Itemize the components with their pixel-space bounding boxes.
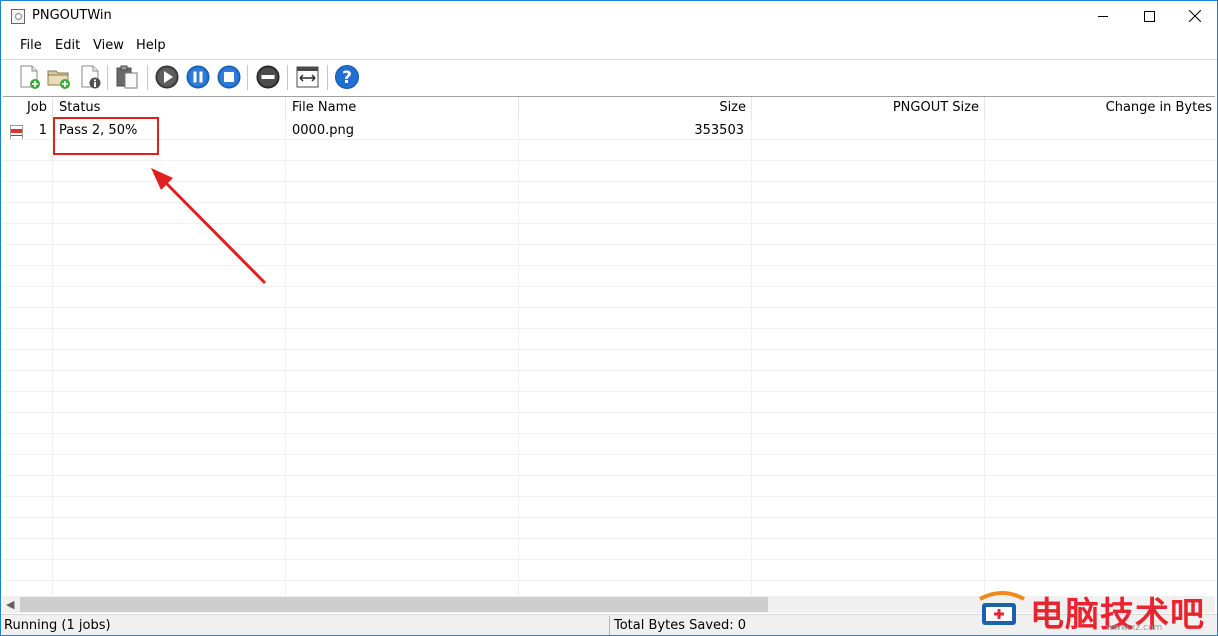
scrollbar-thumb[interactable]: [20, 597, 768, 612]
watermark: 电脑技术吧 www.xz.com: [976, 583, 1216, 635]
watermark-url: www.xz.com: [1106, 623, 1163, 633]
status-bytes-saved: Total Bytes Saved: 0: [614, 618, 747, 633]
watermark-logo-icon: [979, 591, 1025, 625]
app-window: PNGOUTWin File Edit View Help ? Job Stat…: [0, 0, 1218, 636]
status-running: Running (1 jobs): [4, 618, 111, 633]
scroll-left-icon[interactable]: ◀: [6, 598, 14, 611]
status-divider: [609, 616, 610, 635]
annotation-arrow-icon: [151, 168, 267, 285]
